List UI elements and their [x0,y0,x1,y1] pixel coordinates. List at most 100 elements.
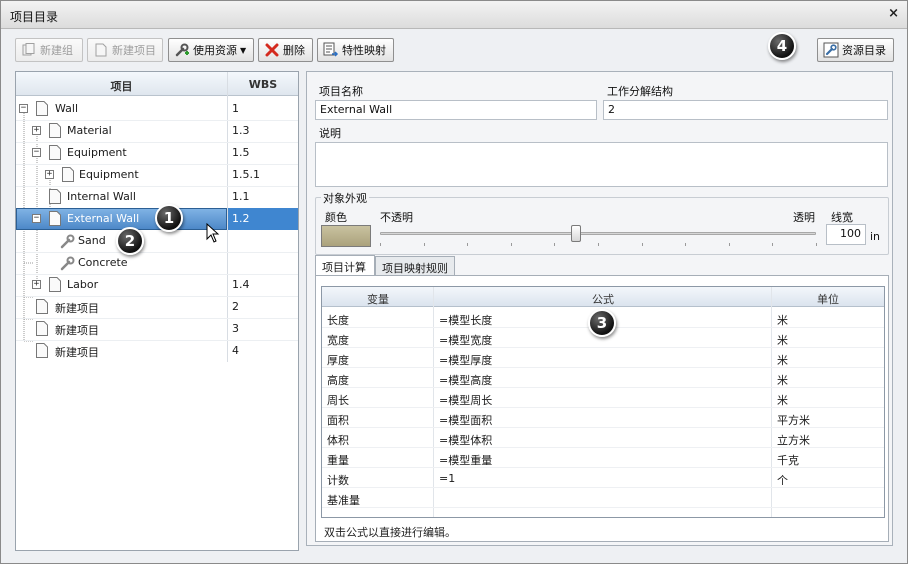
delete-button[interactable]: 删除 [258,38,313,62]
grid-row[interactable]: 周长 =模型周长 米 [322,388,884,408]
wrench-icon [60,234,75,249]
slider-tick [598,243,599,246]
tree-label: Concrete [78,256,128,269]
close-icon[interactable]: × [888,6,899,21]
line-width-unit: in [870,230,881,243]
tree-row[interactable]: Concrete [16,252,298,274]
grid-row[interactable]: 计数 =1 个 [322,468,884,488]
tree-label: Material [67,124,112,137]
slider-tick [816,243,817,246]
grid-row[interactable]: 重量 =模型重量 千克 [322,448,884,468]
grid-cell-formula[interactable]: =模型厚度 [439,352,492,368]
tree-label: Sand [78,234,106,247]
expand-icon[interactable]: + [45,170,54,179]
tree-label: Equipment [79,168,139,181]
document-icon [36,299,48,314]
collapse-icon[interactable]: − [32,214,41,223]
tree-row[interactable]: 新建项目 3 [16,318,298,340]
tree-label: 新建项目 [55,324,99,337]
tab-item-calculation[interactable]: 项目计算 [315,255,375,276]
document-icon [49,277,61,292]
new-group-button[interactable]: 新建组 [15,38,83,62]
tree-wbs: 1.5.1 [232,168,260,181]
grid-row[interactable]: 高度 =模型高度 米 [322,368,884,388]
mouse-cursor-icon [206,223,220,243]
document-icon [49,145,61,160]
grid-row[interactable]: 体积 =模型体积 立方米 [322,428,884,448]
slider-tick [685,243,686,246]
tree-label: Equipment [67,146,127,159]
grid-cell-unit: 立方米 [777,434,810,447]
collapse-icon[interactable]: − [32,148,41,157]
tree-row[interactable]: + Labor 1.4 [16,274,298,296]
transparency-slider-thumb[interactable] [571,225,582,242]
tree-wbs: 1.1 [232,190,250,203]
grid-cell-unit: 千克 [777,454,799,467]
tree-row[interactable]: + Equipment 1.5.1 [16,164,298,186]
wbs-field[interactable]: 2 [603,100,888,120]
tree-row[interactable]: 新建项目 2 [16,296,298,318]
color-swatch[interactable] [321,225,371,247]
grid-cell-formula[interactable]: =模型高度 [439,372,492,388]
tree-row[interactable]: − Wall 1 [16,98,298,120]
resource-catalog-label: 资源目录 [842,44,886,57]
slider-tick [554,243,555,246]
grid-col-variable: 变量 [367,293,389,306]
tab-item-mapping-rules[interactable]: 项目映射规则 [375,256,455,276]
expand-icon[interactable]: + [32,280,41,289]
tree-row[interactable]: 新建项目 4 [16,340,298,362]
tree-label: Labor [67,278,99,291]
new-item-button[interactable]: 新建项目 [87,38,163,62]
dropdown-arrow-icon: ▼ [240,45,247,55]
grid-cell-formula[interactable]: =模型周长 [439,392,492,408]
tree-label: 新建项目 [55,346,99,359]
wrench-plus-icon [174,42,190,58]
collapse-icon[interactable]: − [19,104,28,113]
document-icon [36,321,48,336]
document-icon [49,189,61,204]
use-resource-button[interactable]: 使用资源 ▼ [168,38,254,62]
grid-row[interactable]: 基准量 [322,488,884,508]
tree-row[interactable]: Sand [16,230,298,252]
grid-cell-formula[interactable]: =模型长度 [439,312,492,328]
wrench-icon [60,256,75,271]
description-field[interactable] [315,142,888,187]
grid-cell-variable: 体积 [327,434,349,447]
use-resource-label: 使用资源 [193,44,237,57]
line-width-field[interactable]: 100 [826,224,866,245]
grid-cell-formula[interactable]: =模型重量 [439,452,492,468]
grid-cell-formula[interactable]: =模型体积 [439,432,492,448]
grid-row[interactable]: 厚度 =模型厚度 米 [322,348,884,368]
color-label: 颜色 [325,211,347,224]
property-map-button[interactable]: 特性映射 [317,38,394,62]
edit-hint-text: 双击公式以直接进行编辑。 [324,526,456,539]
expand-icon[interactable]: + [32,126,41,135]
new-item-label: 新建项目 [112,44,156,57]
grid-cell-formula[interactable]: =1 [439,472,455,485]
document-icon [49,211,61,226]
new-group-label: 新建组 [40,44,73,57]
property-map-icon [323,42,339,58]
grid-cell-variable: 厚度 [327,354,349,367]
delete-label: 删除 [283,44,305,57]
grid-cell-variable: 基准量 [327,494,360,507]
item-name-field[interactable]: External Wall [315,100,597,120]
new-group-icon [21,42,37,58]
delete-x-icon [264,42,280,58]
transparent-label: 透明 [793,211,815,224]
grid-cell-variable: 宽度 [327,334,349,347]
tree-label: Wall [55,102,79,115]
tree-row[interactable]: − Equipment 1.5 [16,142,298,164]
appearance-label: 对象外观 [321,190,369,206]
resource-catalog-button[interactable]: 资源目录 [817,38,894,62]
description-label: 说明 [319,127,341,140]
grid-cell-formula[interactable]: =模型宽度 [439,332,492,348]
grid-row[interactable]: 面积 =模型面积 平方米 [322,408,884,428]
tree-wbs: 4 [232,344,239,357]
grid-cell-formula[interactable]: =模型面积 [439,412,492,428]
transparency-slider-track[interactable] [380,232,816,235]
tree-row[interactable]: Internal Wall 1.1 [16,186,298,208]
tree-row[interactable]: + Material 1.3 [16,120,298,142]
tree-wbs: 1 [232,102,239,115]
document-icon [62,167,74,182]
